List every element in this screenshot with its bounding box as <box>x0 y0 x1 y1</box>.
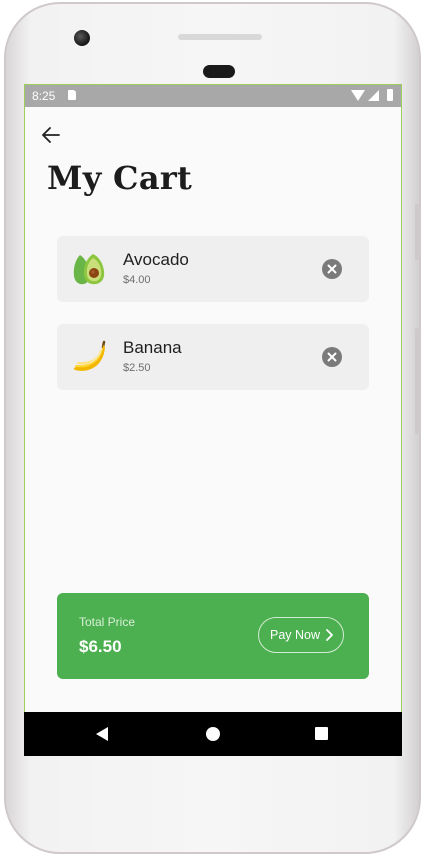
pay-now-label: Pay Now <box>270 628 321 642</box>
total-price-value: $6.50 <box>79 637 122 656</box>
earpiece-speaker <box>178 34 262 40</box>
close-icon <box>327 264 337 274</box>
nav-recents-icon[interactable] <box>315 727 328 740</box>
cart-item-banana: Banana $2.50 <box>57 324 369 390</box>
cart-item-avocado: Avocado $4.00 <box>57 236 369 302</box>
app-screen: 8:25 My Cart Avocado $4.00 Banana $2.50 … <box>24 84 402 756</box>
nav-back-icon[interactable] <box>96 727 108 741</box>
sim-card-icon <box>68 90 76 100</box>
close-icon <box>327 352 337 362</box>
pay-now-button[interactable]: Pay Now <box>258 617 344 653</box>
page-title: My Cart <box>47 159 193 197</box>
battery-icon <box>387 89 393 101</box>
avocado-icon <box>73 254 105 285</box>
total-price-label: Total Price <box>79 615 136 629</box>
total-summary-card: Total Price $6.50 Pay Now <box>57 593 369 679</box>
remove-item-button[interactable] <box>322 347 342 367</box>
power-button <box>415 328 419 434</box>
status-time: 8:25 <box>32 89 56 103</box>
signal-icon <box>368 90 379 101</box>
wifi-icon <box>351 90 365 101</box>
volume-button <box>415 204 419 260</box>
front-camera <box>74 30 90 46</box>
item-name: Banana <box>123 338 182 357</box>
banana-icon <box>73 340 106 371</box>
status-bar: 8:25 <box>25 85 401 107</box>
item-price: $4.00 <box>123 274 151 286</box>
arrow-left-icon <box>42 127 60 143</box>
chevron-right-icon <box>326 629 333 641</box>
back-button[interactable] <box>39 123 63 147</box>
system-navigation-bar <box>24 712 402 756</box>
item-price: $2.50 <box>123 362 151 374</box>
proximity-sensor <box>203 65 235 78</box>
item-name: Avocado <box>123 250 189 269</box>
remove-item-button[interactable] <box>322 259 342 279</box>
nav-home-icon[interactable] <box>206 727 220 741</box>
